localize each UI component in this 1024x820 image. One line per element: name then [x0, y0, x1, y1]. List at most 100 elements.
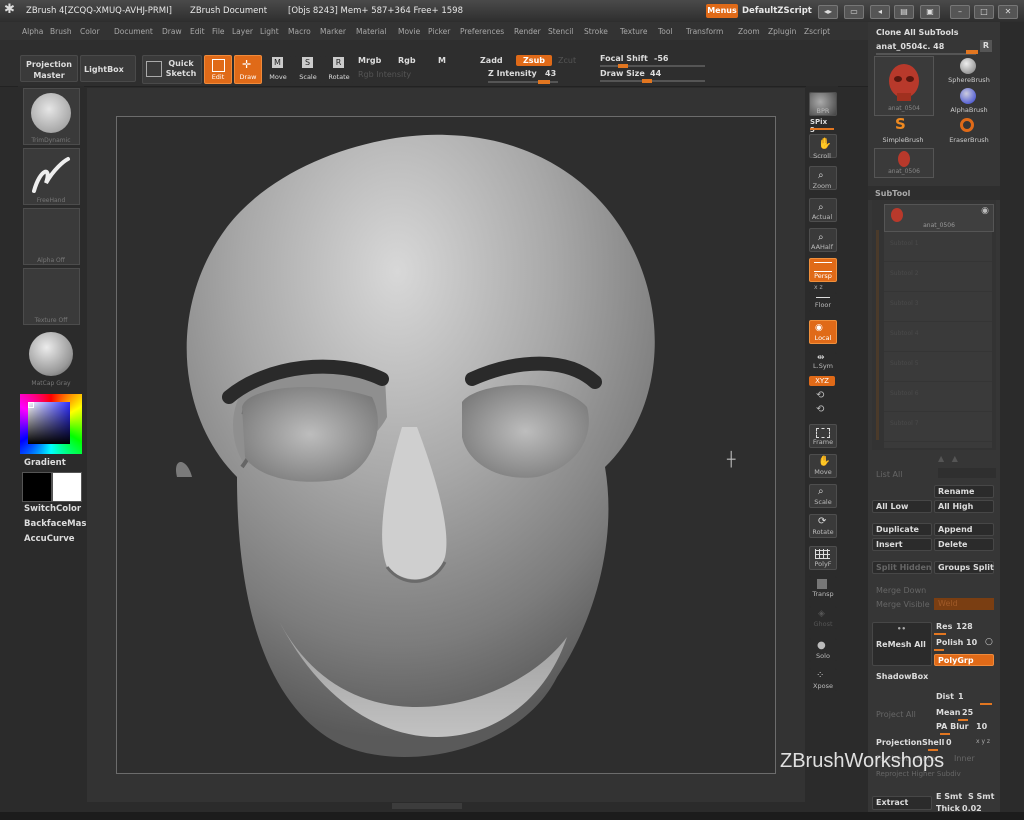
list-all-button[interactable]: List All — [876, 470, 902, 479]
rgb-button[interactable]: Rgb — [398, 56, 416, 65]
mrgb-button[interactable]: Mrgb — [358, 56, 381, 65]
palette-icon[interactable]: ▤ — [894, 5, 914, 19]
menus-button[interactable]: Menus — [706, 4, 738, 18]
split-hidden-button[interactable]: Split Hidden — [872, 561, 932, 574]
polish-circle-icon[interactable]: ○ — [985, 637, 993, 647]
eraserbrush-tool[interactable]: EraserBrush — [940, 116, 998, 146]
rotate-y-icon[interactable]: ⟲ — [816, 390, 824, 401]
menu-render[interactable]: Render — [514, 27, 541, 36]
close-icon[interactable]: ✕ — [998, 5, 1018, 19]
xpose-button[interactable]: ⁘ Xpose — [809, 668, 837, 692]
move-view-button[interactable]: ✋ Move — [809, 454, 837, 478]
accucurve-toggle[interactable]: AccuCurve — [24, 534, 75, 544]
pa-blur-slider[interactable]: PA Blur 10 — [934, 722, 996, 736]
left-arrow-icon[interactable]: ◂ — [870, 5, 890, 19]
delete-button[interactable]: Delete — [934, 538, 994, 551]
zsub-button[interactable]: Zsub — [516, 55, 552, 66]
menu-marker[interactable]: Marker — [320, 27, 346, 36]
append-button[interactable]: Append — [934, 523, 994, 536]
shadowbox-button[interactable]: ShadowBox — [876, 672, 928, 681]
document-canvas[interactable]: ┼ — [116, 116, 776, 774]
rgb-intensity-slider[interactable]: Rgb Intensity — [358, 70, 411, 79]
lsym-button[interactable]: ⇹ L.Sym — [809, 352, 837, 372]
main-color-swatch[interactable] — [22, 472, 52, 502]
menu-document[interactable]: Document — [114, 27, 153, 36]
menu-material[interactable]: Material — [356, 27, 386, 36]
tool-name-slider[interactable]: anat_0504c. 48 — [876, 42, 944, 51]
subtool-scrollbar[interactable] — [876, 230, 879, 440]
duplicate-button[interactable]: Duplicate — [872, 523, 932, 536]
remesh-all-button[interactable]: •• ReMesh All — [872, 622, 932, 666]
menu-texture[interactable]: Texture — [620, 27, 647, 36]
local-button[interactable]: ◉ Local — [809, 320, 837, 344]
e-smt-toggle[interactable]: E Smt — [936, 792, 962, 801]
draw-button[interactable]: ✛ Draw — [234, 55, 262, 84]
menu-tool[interactable]: Tool — [658, 27, 673, 36]
menu-zoom[interactable]: Zoom — [738, 27, 760, 36]
horizontal-scroll-handle[interactable] — [392, 803, 462, 809]
polygrp-toggle[interactable]: PolyGrp — [934, 654, 994, 666]
menu-stencil[interactable]: Stencil — [548, 27, 573, 36]
backface-mask-toggle[interactable]: BackfaceMask — [24, 519, 92, 529]
small-tool-thumbnail[interactable]: anat_0506 — [874, 148, 934, 178]
rotate-view-button[interactable]: ⟳ Rotate — [809, 514, 837, 538]
gradient-toggle[interactable]: Gradient — [24, 458, 66, 468]
groups-split-button[interactable]: Groups Split — [934, 561, 994, 574]
skull-model[interactable] — [117, 117, 775, 773]
lightbox-button[interactable]: LightBox — [80, 55, 136, 82]
rotate-z-icon[interactable]: ⟲ — [816, 404, 824, 415]
mean-slider[interactable]: Mean 25 — [934, 708, 996, 722]
arrows-icon[interactable]: ◂▸ — [818, 5, 838, 19]
scale-view-button[interactable]: ⌕ Scale — [809, 484, 837, 508]
spherebrush-tool[interactable]: SphereBrush — [940, 56, 998, 86]
xyz-button[interactable]: XYZ — [809, 376, 835, 386]
subtool-slot-4[interactable]: Subtool 4 — [890, 330, 919, 337]
menu-edit[interactable]: Edit — [190, 27, 205, 36]
dist-slider[interactable]: Dist 1 — [934, 692, 996, 706]
subtool-slot-5[interactable]: Subtool 5 — [890, 360, 919, 367]
switch-color-button[interactable]: SwitchColor — [24, 504, 81, 514]
tool-name-slider-handle[interactable] — [966, 50, 978, 54]
menu-macro[interactable]: Macro — [288, 27, 311, 36]
menu-transform[interactable]: Transform — [686, 27, 723, 36]
subtool-arrows-row[interactable] — [938, 468, 996, 478]
layout-icon[interactable]: ▭ — [844, 5, 864, 19]
menu-zscript[interactable]: Zscript — [804, 27, 830, 36]
rotate-button[interactable]: R Rotate — [324, 55, 354, 84]
maximize-icon[interactable]: □ — [974, 5, 994, 19]
ghost-button[interactable]: ◈ Ghost — [809, 606, 837, 630]
all-high-button[interactable]: All High — [934, 500, 994, 513]
zadd-button[interactable]: Zadd — [480, 56, 503, 65]
polyf-button[interactable]: PolyF — [809, 546, 837, 570]
project-all-button[interactable]: Project All — [876, 710, 916, 719]
menu-preferences[interactable]: Preferences — [460, 27, 504, 36]
inner-toggle[interactable]: Inner — [954, 754, 975, 763]
res-slider[interactable]: Res 128 — [934, 622, 996, 636]
zcut-button[interactable]: Zcut — [558, 56, 576, 65]
subtool-slot-2[interactable]: Subtool 2 — [890, 270, 919, 277]
insert-button[interactable]: Insert — [872, 538, 932, 551]
secondary-color-swatch[interactable] — [52, 472, 82, 502]
simplebrush-tool[interactable]: S SimpleBrush — [874, 115, 932, 146]
alphabrush-tool[interactable]: AlphaBrush — [940, 88, 998, 116]
subtool-slot-7[interactable]: Subtool 7 — [890, 420, 919, 427]
menu-draw[interactable]: Draw — [162, 27, 182, 36]
floor-button[interactable]: Floor — [809, 292, 837, 312]
material-selector[interactable] — [23, 328, 80, 385]
bpr-button[interactable]: BPR — [809, 92, 837, 116]
subtool-header[interactable]: SubTool — [868, 186, 1000, 200]
m-button[interactable]: M — [438, 56, 446, 65]
quick-sketch-button[interactable]: Quick Sketch — [142, 55, 202, 84]
menu-layer[interactable]: Layer — [232, 27, 253, 36]
subtool-scroll-arrows[interactable]: ▲ ▲ — [938, 454, 958, 463]
all-low-button[interactable]: All Low — [872, 500, 932, 513]
menu-stroke[interactable]: Stroke — [584, 27, 608, 36]
persp-button[interactable]: Persp — [809, 258, 837, 282]
menu-picker[interactable]: Picker — [428, 27, 450, 36]
rename-button[interactable]: Rename — [934, 485, 994, 498]
menu-movie[interactable]: Movie — [398, 27, 420, 36]
transp-button[interactable]: Transp — [809, 576, 837, 600]
lock-icon[interactable]: ▣ — [920, 5, 940, 19]
menu-brush[interactable]: Brush — [50, 27, 72, 36]
menu-alpha[interactable]: Alpha — [22, 27, 43, 36]
